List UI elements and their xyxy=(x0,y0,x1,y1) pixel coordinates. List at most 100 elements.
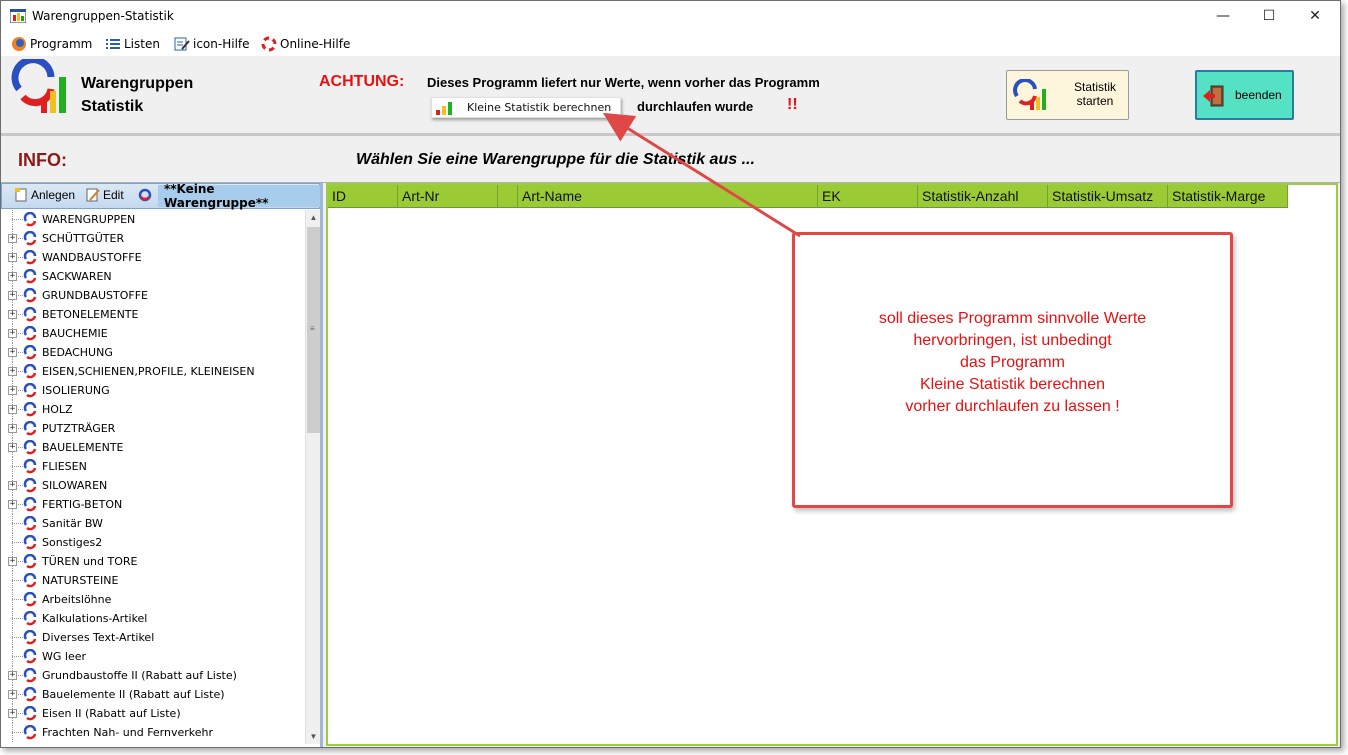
tree-item-label: Grundbaustoffe II (Rabatt auf Liste) xyxy=(42,669,237,682)
group-toggle-button[interactable] xyxy=(138,188,155,202)
tree-item[interactable]: WARENGRUPPEN xyxy=(1,210,305,229)
tree-item[interactable]: + Grundbaustoffe II (Rabatt auf Liste) xyxy=(1,666,305,685)
maximize-button[interactable]: ☐ xyxy=(1246,1,1292,31)
tree-item[interactable]: + WANDBAUSTOFFE xyxy=(1,248,305,267)
tree-item-label: Eisen II (Rabatt auf Liste) xyxy=(42,707,181,720)
col-statistik-marge[interactable]: Statistik-Marge xyxy=(1168,185,1288,207)
tree-item[interactable]: Sanitär BW xyxy=(1,514,305,533)
expand-icon[interactable]: + xyxy=(8,272,17,281)
menu-icon-hilfe[interactable]: icon-Hilfe xyxy=(174,35,250,53)
expand-icon[interactable]: + xyxy=(8,348,17,357)
menu-listen[interactable]: Listen xyxy=(105,35,160,53)
tree-item[interactable]: Kalkulations-Artikel xyxy=(1,609,305,628)
tree-item-label: FLIESEN xyxy=(42,460,87,473)
expand-icon[interactable]: + xyxy=(8,386,17,395)
info-row: INFO: Wählen Sie eine Warengruppe für di… xyxy=(1,139,1340,183)
tree-item[interactable]: + SACKWAREN xyxy=(1,267,305,286)
tree-scrollbar[interactable]: ▲ ≡ ▼ xyxy=(305,210,320,744)
expand-icon[interactable]: + xyxy=(8,443,17,452)
warengruppen-tree: WARENGRUPPEN + SCHÜTTGÜTER + WANDBAUSTOFFE + S… xyxy=(1,210,305,746)
tree-item-label: Arbeitslöhne xyxy=(42,593,112,606)
minimize-button[interactable]: — xyxy=(1200,1,1246,31)
warengruppe-icon xyxy=(23,592,37,607)
tree-item[interactable]: WG leer xyxy=(1,647,305,666)
tree-item[interactable]: Frachten Nah- und Fernverkehr xyxy=(1,723,305,742)
expand-icon[interactable]: + xyxy=(8,690,17,699)
expand-icon[interactable]: + xyxy=(8,424,17,433)
tree-item[interactable]: FLIESEN xyxy=(1,457,305,476)
tree-item-label: Bauelemente II (Rabatt auf Liste) xyxy=(42,688,225,701)
col-ek[interactable]: EK xyxy=(818,185,918,207)
warengruppe-icon xyxy=(23,497,37,512)
tree-item[interactable]: NATURSTEINE xyxy=(1,571,305,590)
warengruppe-icon xyxy=(23,630,37,645)
expand-icon[interactable]: + xyxy=(8,557,17,566)
expand-icon[interactable]: + xyxy=(8,709,17,718)
kleine-statistik-button[interactable]: Kleine Statistik berechnen xyxy=(431,97,621,118)
tree-item[interactable]: Arbeitslöhne xyxy=(1,590,305,609)
lifebuoy-icon xyxy=(261,36,277,52)
logo-title-line2: Statistik xyxy=(81,98,144,115)
tree-item-label: WG leer xyxy=(42,650,87,663)
expand-icon[interactable]: + xyxy=(8,234,17,243)
expand-icon[interactable]: + xyxy=(8,329,17,338)
expand-icon[interactable]: + xyxy=(8,405,17,414)
tree-item[interactable]: + SILOWAREN xyxy=(1,476,305,495)
col-art-nr[interactable]: Art-Nr xyxy=(398,185,498,207)
tree-item-label: HOLZ xyxy=(42,403,73,416)
new-document-icon xyxy=(14,188,28,202)
tree-item-label: Sanitär BW xyxy=(42,517,103,530)
expand-icon[interactable]: + xyxy=(8,367,17,376)
close-button[interactable]: ✕ xyxy=(1292,1,1338,31)
statistik-starten-label: Statistik starten xyxy=(1073,80,1116,108)
edit-button[interactable]: Edit xyxy=(86,188,124,202)
col-art-name[interactable]: Art-Name xyxy=(518,185,818,207)
tree-item[interactable]: + BAUELEMENTE xyxy=(1,438,305,457)
tree-item[interactable]: + SCHÜTTGÜTER xyxy=(1,229,305,248)
tree-item[interactable]: + EISEN,SCHIENEN,PROFILE, KLEINEISEN xyxy=(1,362,305,381)
col-id[interactable]: ID xyxy=(328,185,398,207)
anlegen-button[interactable]: Anlegen xyxy=(14,188,75,202)
tree-item[interactable]: + FERTIG-BETON xyxy=(1,495,305,514)
expand-icon[interactable]: + xyxy=(8,253,17,262)
expand-icon[interactable]: + xyxy=(8,310,17,319)
tree-line xyxy=(12,732,23,733)
tree-item[interactable]: + BAUCHEMIE xyxy=(1,324,305,343)
expand-icon[interactable]: + xyxy=(8,500,17,509)
beenden-button[interactable]: beenden xyxy=(1195,70,1294,120)
menu-listen-label: Listen xyxy=(124,37,160,51)
scroll-down-arrow-icon[interactable]: ▼ xyxy=(306,729,321,744)
tree-item[interactable]: + PUTZTRÄGER xyxy=(1,419,305,438)
window-title: Warengruppen-Statistik xyxy=(32,9,174,23)
tree-item[interactable]: + BETONELEMENTE xyxy=(1,305,305,324)
expand-icon[interactable]: + xyxy=(8,291,17,300)
tree-item[interactable]: + Bauelemente II (Rabatt auf Liste) xyxy=(1,685,305,704)
warengruppe-icon xyxy=(23,231,37,246)
scroll-up-arrow-icon[interactable]: ▲ xyxy=(306,210,321,225)
warengruppe-icon xyxy=(23,440,37,455)
scroll-thumb[interactable]: ≡ xyxy=(307,227,320,433)
tree-item-label: PUTZTRÄGER xyxy=(42,422,116,435)
menu-programm[interactable]: Programm xyxy=(11,35,92,53)
exit-door-icon xyxy=(1203,85,1224,107)
col-statistik-umsatz[interactable]: Statistik-Umsatz xyxy=(1048,185,1168,207)
tree-item[interactable]: Sonstiges2 xyxy=(1,533,305,552)
tree-item[interactable]: Diverses Text-Artikel xyxy=(1,628,305,647)
tree-item[interactable]: + ISOLIERUNG xyxy=(1,381,305,400)
info-label: INFO: xyxy=(18,150,67,170)
tree-item[interactable]: + HOLZ xyxy=(1,400,305,419)
col-blank[interactable] xyxy=(498,185,518,207)
expand-icon[interactable]: + xyxy=(8,481,17,490)
tree-item[interactable]: + Eisen II (Rabatt auf Liste) xyxy=(1,704,305,723)
tree-toolbar: Anlegen Edit **Keine Warengruppe** xyxy=(1,182,320,210)
tree-item[interactable]: + GRUNDBAUSTOFFE xyxy=(1,286,305,305)
logo-title-line1: Warengruppen xyxy=(81,75,194,92)
statistik-starten-button[interactable]: Statistik starten xyxy=(1006,70,1129,120)
tree-item[interactable]: + BEDACHUNG xyxy=(1,343,305,362)
tree-item[interactable]: + TÜREN und TORE xyxy=(1,552,305,571)
col-statistik-anzahl[interactable]: Statistik-Anzahl xyxy=(918,185,1048,207)
tree-line xyxy=(12,637,23,638)
menu-online-hilfe[interactable]: Online-Hilfe xyxy=(261,35,350,53)
warengruppe-icon xyxy=(23,725,37,740)
expand-icon[interactable]: + xyxy=(8,671,17,680)
